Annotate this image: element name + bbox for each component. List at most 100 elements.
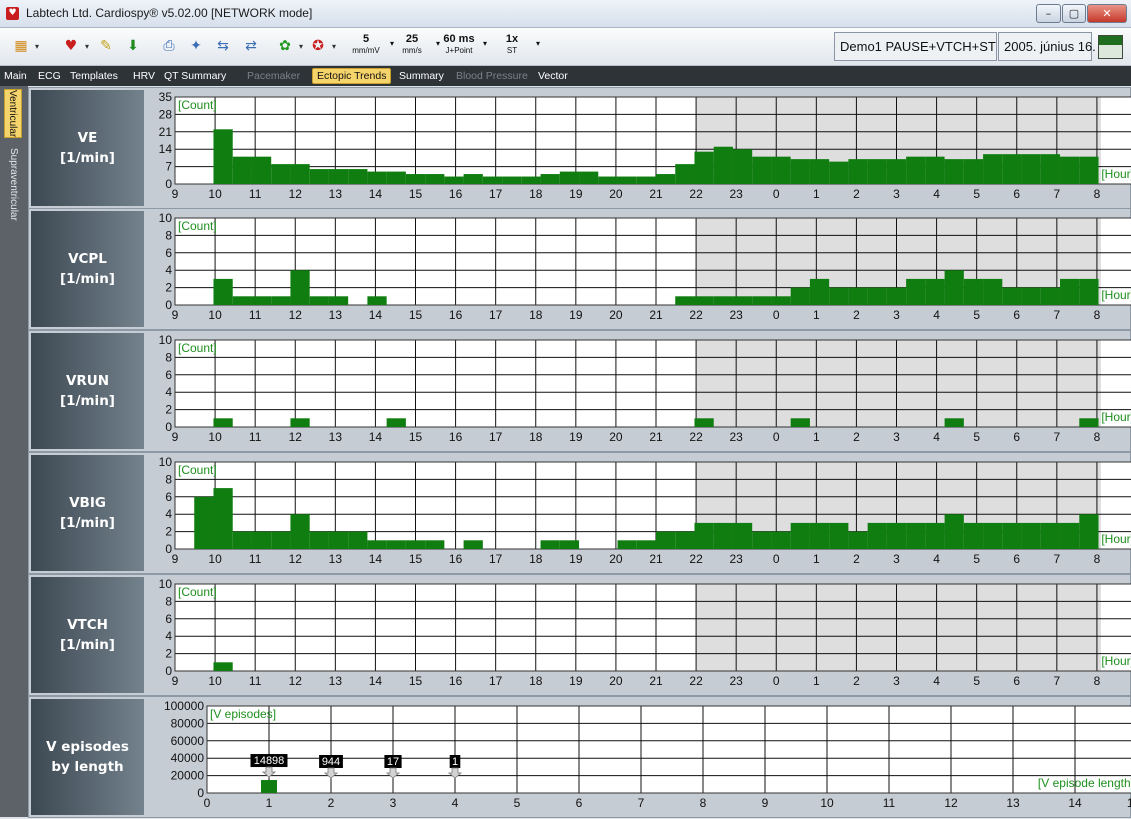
trend-bar <box>386 171 406 184</box>
chart-label-cell: V episodes by length <box>31 699 144 815</box>
x-tick-label: 10 <box>208 430 222 444</box>
x-tick-label: 4 <box>933 674 940 688</box>
chart-label-line: VCPL <box>68 251 107 267</box>
tab-ecg[interactable]: ECG <box>38 68 61 84</box>
tab-qt-summary[interactable]: QT Summary <box>164 68 226 84</box>
x-tick-label: 6 <box>1013 674 1020 688</box>
tab-summary[interactable]: Summary <box>399 68 444 84</box>
ecg-wave-icon[interactable]: ♥ <box>60 35 82 57</box>
dropdown-arrow-icon[interactable]: ▾ <box>536 39 540 48</box>
x-tick-label: 23 <box>729 308 743 322</box>
trend-bar <box>405 540 426 549</box>
side-tab-supraventricular[interactable]: Supraventricular <box>4 148 22 221</box>
dropdown-arrow-icon[interactable]: ▾ <box>332 42 336 51</box>
amplitude-selector[interactable]: 5 mm/mV ▾ <box>344 33 394 56</box>
trend-bar <box>444 176 464 184</box>
dropdown-arrow-icon[interactable]: ▾ <box>299 42 303 51</box>
x-tick-label: 7 <box>1053 674 1060 688</box>
trend-bar <box>983 154 1003 184</box>
chart-label-line: [1/min] <box>60 515 115 531</box>
x-tick-label: 14 <box>369 308 383 322</box>
st-scale-selector[interactable]: 1x ST ▾ <box>490 33 540 56</box>
j-point-selector-unit: J+Point <box>445 46 473 55</box>
y-tick-label: 6 <box>165 246 172 260</box>
side-tab-ventricular[interactable]: Ventricular <box>4 89 22 139</box>
trend-bar <box>290 418 310 427</box>
x-tick-label: 6 <box>1013 430 1020 444</box>
x-tick-label: 9 <box>762 796 769 810</box>
dropdown-arrow-icon[interactable]: ▾ <box>483 39 487 48</box>
j-point-selector[interactable]: 60 ms J+Point ▾ <box>437 33 487 56</box>
paper-speed-selector[interactable]: 25 mm/s ▾ <box>390 33 440 56</box>
chart-label-line: VRUN <box>65 373 110 389</box>
download-icon[interactable]: ⬇ <box>122 35 144 57</box>
tab-ectopic-trends[interactable]: Ectopic Trends <box>312 68 392 84</box>
dropdown-arrow-icon[interactable]: ▾ <box>35 42 39 51</box>
green-tools-icon[interactable]: ✿ <box>274 35 296 57</box>
print-icon[interactable]: ⎙ <box>158 35 180 57</box>
trend-bar <box>1002 154 1022 184</box>
y-tick-label: 4 <box>165 385 172 399</box>
chart-panel-5: V episodes by length 0 20000 40000 60000 80000… <box>28 696 1131 818</box>
trend-bar <box>463 540 483 549</box>
x-tick-label: 14 <box>369 552 383 566</box>
tab-templates[interactable]: Templates <box>70 68 118 84</box>
side-tab-strip: Ventricular Supraventricular <box>0 86 28 817</box>
report-wizard-icon[interactable]: ✦ <box>185 35 207 57</box>
x-tick-label: 23 <box>729 674 743 688</box>
close-button[interactable]: ✕ <box>1087 4 1127 23</box>
x-tick-label: 18 <box>529 552 543 566</box>
x-tick-label: 16 <box>449 552 463 566</box>
x-tick-label: 3 <box>893 552 900 566</box>
maximize-button[interactable]: ▢ <box>1062 4 1086 23</box>
y-tick-label: 10 <box>159 577 173 591</box>
main-toolbar: Demo1 PAUSE+VTCH+ST 2005. június 16. ▦ ▾ ♥… <box>0 28 1131 66</box>
tab-main[interactable]: Main <box>4 68 27 84</box>
paper-speed-selector-unit: mm/s <box>402 46 422 55</box>
x-tick-label: 2 <box>853 308 860 322</box>
minimize-button[interactable]: – <box>1036 4 1061 23</box>
x-tick-label: 5 <box>973 552 980 566</box>
trend-bar <box>944 418 964 427</box>
trend-bar <box>1060 522 1080 549</box>
trend-bar <box>598 176 618 184</box>
trend-bar <box>1021 522 1041 549</box>
x-tick-label: 23 <box>729 552 743 566</box>
chart-label: VCPL [1/min] <box>31 249 144 289</box>
x-tick-label: 9 <box>172 308 179 322</box>
dropdown-arrow-icon[interactable]: ▾ <box>85 42 89 51</box>
x-tick-label: 13 <box>329 552 343 566</box>
import-icon[interactable]: ⇄ <box>240 35 262 57</box>
tab-hrv[interactable]: HRV <box>133 68 155 84</box>
edit-note-icon[interactable]: ✎ <box>95 35 117 57</box>
chart-label-line: [1/min] <box>60 393 115 409</box>
y-tick-label: 40000 <box>171 751 205 765</box>
export-icon[interactable]: ⇆ <box>212 35 234 57</box>
trend-bar <box>906 522 926 549</box>
night-shade <box>696 584 1101 671</box>
x-tick-label: 15 <box>409 552 423 566</box>
trend-bar <box>1002 522 1022 549</box>
layout-toggle-icon[interactable] <box>1098 35 1123 59</box>
trend-bar <box>290 164 310 184</box>
y-tick-label: 2 <box>165 525 172 539</box>
chart-label-line: VTCH <box>67 617 108 633</box>
tab-vector[interactable]: Vector <box>538 68 568 84</box>
x-axis-unit: [Hour] <box>1101 654 1131 668</box>
trend-bar <box>656 174 676 184</box>
window-title-bar: ♥ Labtech Ltd. Cardiospy® v5.02.00 [NETW… <box>0 0 1131 28</box>
x-tick-label: 14 <box>369 430 383 444</box>
x-tick-label: 1 <box>813 674 820 688</box>
x-tick-label: 5 <box>973 308 980 322</box>
open-study-icon[interactable]: ▦ <box>10 35 32 57</box>
trend-bar <box>867 287 887 305</box>
trend-bar <box>752 296 772 305</box>
trend-bar <box>251 156 272 184</box>
trend-bar <box>540 174 560 184</box>
y-tick-label: 8 <box>165 350 172 364</box>
chart-label: VTCH [1/min] <box>31 615 144 655</box>
trend-bar <box>579 171 599 184</box>
x-tick-label: 20 <box>609 552 623 566</box>
red-tools-icon[interactable]: ✪ <box>307 35 329 57</box>
trend-bar <box>290 270 310 305</box>
